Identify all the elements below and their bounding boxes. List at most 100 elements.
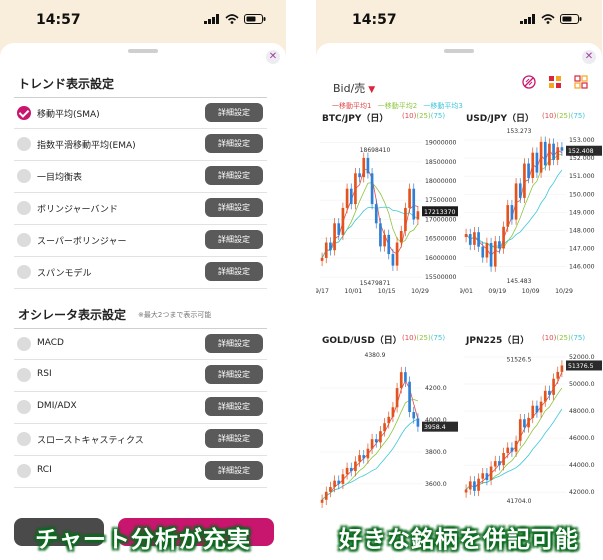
candle-body <box>395 388 399 408</box>
candle-body <box>477 232 480 247</box>
indicator-label: スローストキャスティクス <box>37 436 144 446</box>
indicator-row[interactable]: DMI/ADX 詳細設定 <box>14 392 267 424</box>
y-tick-label: 148.000 <box>569 227 595 234</box>
indicator-row[interactable]: MACD 詳細設定 <box>14 328 267 360</box>
radio-icon[interactable] <box>17 233 31 247</box>
y-tick-label: 153.000 <box>569 137 595 144</box>
grid-layout-icon[interactable] <box>548 75 562 89</box>
x-tick-label: 10/29 <box>411 288 429 295</box>
ma-param-2: (25) <box>556 112 571 120</box>
battery-icon <box>560 14 582 24</box>
low-price-label: 41704.0 <box>507 498 532 505</box>
candle-body <box>560 147 564 151</box>
candle-body <box>531 405 535 418</box>
candle-body <box>383 423 386 432</box>
candle-body <box>543 390 547 402</box>
indicator-row[interactable]: 指数平滑移動平均(EMA) 詳細設定 <box>14 129 267 161</box>
chart-title: JPN225（日） <box>466 336 530 346</box>
candle-body <box>374 204 378 224</box>
price-type-selector[interactable]: Bid/売 ▼ <box>333 80 375 96</box>
radio-icon[interactable] <box>17 432 31 446</box>
detail-settings-button[interactable]: 詳細設定 <box>205 334 263 353</box>
grid-outline-icon[interactable] <box>574 75 588 89</box>
candle-body <box>506 447 510 453</box>
detail-settings-button[interactable]: 詳細設定 <box>205 230 263 249</box>
ma-param-1: (10) <box>402 112 417 120</box>
chart-panel[interactable]: 153.000 152.000 151.000 150.000 149.000 148.0… <box>460 109 602 299</box>
radio-icon[interactable] <box>17 400 31 414</box>
close-icon[interactable]: ✕ <box>582 50 596 64</box>
indicator-row[interactable]: 移動平均(SMA) 詳細設定 <box>14 97 267 129</box>
candle-body <box>366 448 370 459</box>
compare-icon[interactable] <box>522 75 536 89</box>
indicator-row[interactable]: スーパーボリンジャー 詳細設定 <box>14 225 267 257</box>
indicator-label: RCI <box>37 465 52 475</box>
ma-param-2: (25) <box>556 334 571 342</box>
moving-average-line-2 <box>321 399 419 501</box>
detail-settings-button[interactable]: 詳細設定 <box>205 365 263 384</box>
radio-icon[interactable] <box>17 337 31 351</box>
detail-settings-button[interactable]: 詳細設定 <box>205 166 263 185</box>
detail-settings-button[interactable]: 詳細設定 <box>205 134 263 153</box>
y-tick-label: 17000000 <box>425 216 457 223</box>
candle-body <box>560 365 564 372</box>
y-tick-label: 18500000 <box>425 159 457 166</box>
oscillator-note: ※最大2つまで表示可能 <box>138 311 212 319</box>
indicator-label: MACD <box>37 338 64 348</box>
close-icon[interactable]: ✕ <box>266 50 280 64</box>
radio-icon[interactable] <box>17 137 31 151</box>
moving-average-line-3 <box>465 169 563 247</box>
candle-body <box>374 439 378 443</box>
candle-body <box>523 419 526 428</box>
detail-settings-button[interactable]: 詳細設定 <box>205 198 263 217</box>
chart-panel[interactable]: 52000.0 50000.0 48000.0 46000.0 44000.0 42000… <box>460 331 602 521</box>
radio-icon[interactable] <box>17 169 31 183</box>
candle-body <box>518 419 522 441</box>
radio-icon[interactable] <box>17 265 31 279</box>
last-price-label: 152.408 <box>568 148 594 155</box>
checked-radio-icon[interactable] <box>17 106 31 120</box>
detail-settings-button[interactable]: 詳細設定 <box>205 262 263 281</box>
wifi-icon <box>225 14 239 24</box>
moving-average-line-1 <box>465 149 563 257</box>
candle-body <box>493 461 497 467</box>
candle-body <box>510 205 514 220</box>
detail-settings-button[interactable]: 詳細設定 <box>205 429 263 448</box>
detail-settings-button[interactable]: 詳細設定 <box>205 103 263 122</box>
candle-body <box>337 480 341 484</box>
radio-icon[interactable] <box>17 201 31 215</box>
indicator-row[interactable]: RSI 詳細設定 <box>14 360 267 392</box>
radio-icon[interactable] <box>17 464 31 478</box>
candle-body <box>408 188 411 208</box>
sheet-grabber[interactable] <box>444 49 474 53</box>
candlestick-chart: 4200.04000.03800.03600.04380.93958.4 <box>320 352 458 509</box>
candle-body <box>527 417 530 428</box>
indicator-row[interactable]: RCI 詳細設定 <box>14 456 267 488</box>
candle-body <box>404 372 407 382</box>
candle-body <box>481 246 485 258</box>
candle-body <box>379 223 382 247</box>
candle-body <box>416 211 420 220</box>
candle-body <box>329 242 332 251</box>
x-tick-label: 10/29 <box>555 288 573 295</box>
sheet-grabber[interactable] <box>128 49 158 53</box>
detail-settings-button[interactable]: 詳細設定 <box>205 397 263 416</box>
candle-body <box>468 481 472 490</box>
indicator-row[interactable]: スローストキャスティクス 詳細設定 <box>14 424 267 456</box>
promo-caption-left: チャート分析が充実 <box>35 527 251 553</box>
signal-icon <box>520 14 535 24</box>
low-price-label: 145.483 <box>507 278 532 285</box>
phone-multi-chart: 14:57 ✕ Bid/売 ▼ 一移動平均1 一移動平均2 一移動平均3 1900… <box>316 0 602 560</box>
chart-panel[interactable]: 4200.0 4000.0 3800.0 3600.0 4380.9 3958.4 GOLD… <box>316 331 458 521</box>
candle-body <box>370 439 374 449</box>
indicator-row[interactable]: ボリンジャーバンド 詳細設定 <box>14 193 267 225</box>
indicator-row[interactable]: 一目均衡表 詳細設定 <box>14 161 267 193</box>
candle-body <box>489 466 493 481</box>
chart-ma-params: (10)(25)(75) <box>542 334 585 342</box>
x-tick-label: 09/17 <box>316 288 329 295</box>
chart-panel[interactable]: 19000000 18500000 18000000 17500000 17000000… <box>316 109 458 299</box>
indicator-row[interactable]: スパンモデル 詳細設定 <box>14 257 267 289</box>
radio-icon[interactable] <box>17 368 31 382</box>
detail-settings-button[interactable]: 詳細設定 <box>205 461 263 480</box>
chart-toolbar <box>522 75 588 89</box>
